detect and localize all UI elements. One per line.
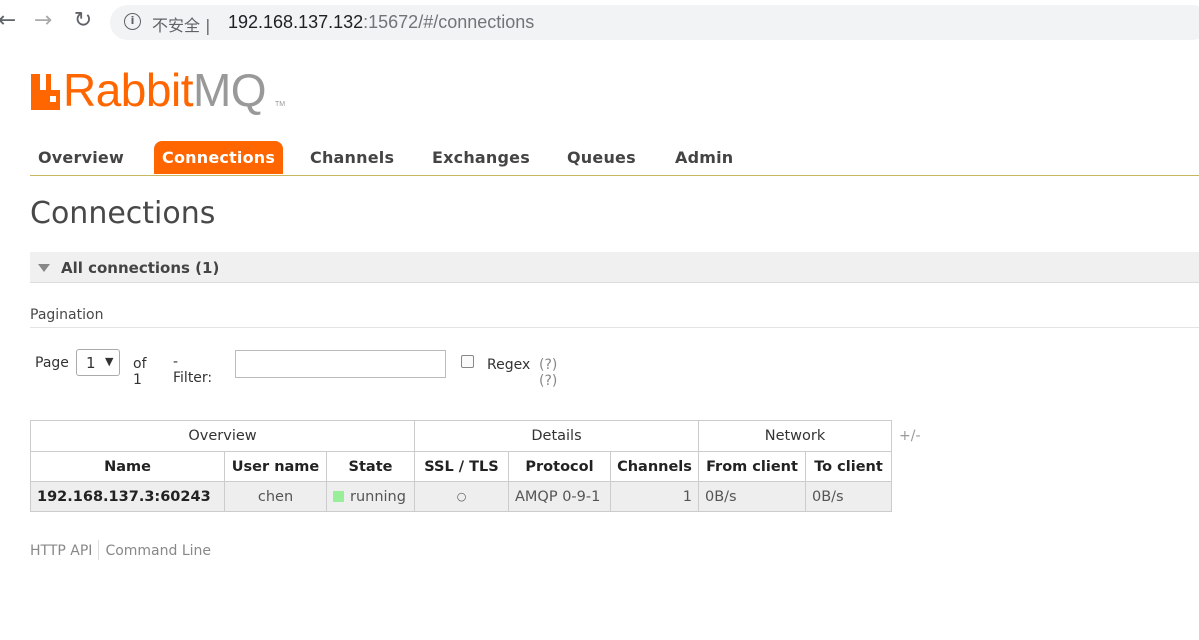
pagination-divider: [30, 327, 1199, 328]
footer-divider: [98, 540, 100, 560]
column-header-state[interactable]: State: [326, 451, 415, 482]
page-select[interactable]: 1 ▼: [76, 349, 120, 376]
cell-state: running: [326, 481, 415, 512]
rabbitmq-logo-icon: [31, 74, 60, 110]
address-bar[interactable]: i 不安全 | 192.168.137.132:15672/#/connecti…: [110, 5, 1199, 40]
column-header-channels[interactable]: Channels: [610, 451, 699, 482]
site-info-icon[interactable]: i: [124, 13, 141, 30]
cell-ssl-tls: ○: [414, 481, 509, 512]
state-running-indicator: [333, 490, 344, 502]
dropdown-arrow-icon: ▼: [105, 355, 114, 368]
security-indicator: 不安全 |: [152, 16, 211, 35]
regex-checkbox[interactable]: [461, 355, 474, 368]
command-line-link[interactable]: Command Line: [105, 543, 211, 559]
regex-help-link[interactable]: (?)(?): [539, 357, 557, 389]
page-of-label: of 1: [133, 356, 147, 388]
tab-overview[interactable]: Overview: [38, 141, 124, 174]
url-text[interactable]: 192.168.137.132:15672/#/connections: [228, 12, 534, 33]
page-title: Connections: [30, 196, 216, 231]
cell-user-name: chen: [224, 481, 327, 512]
tab-connections[interactable]: Connections: [154, 141, 284, 174]
tab-queues[interactable]: Queues: [567, 141, 636, 174]
column-header-name[interactable]: Name: [30, 451, 225, 482]
table-row[interactable]: 192.168.137.3:60243 chen running ○ AMQP …: [30, 481, 892, 512]
tab-exchanges[interactable]: Exchanges: [432, 141, 530, 174]
table-header-row: Name User name State SSL / TLS Protocol …: [30, 451, 892, 482]
tab-channels[interactable]: Channels: [310, 141, 394, 174]
filter-label: - Filter:: [173, 354, 213, 386]
group-header-overview: Overview: [30, 420, 415, 452]
group-header-network: Network: [698, 420, 892, 452]
column-header-protocol[interactable]: Protocol: [508, 451, 611, 482]
connections-table: Overview Details Network Name User name …: [30, 420, 892, 512]
column-header-to-client[interactable]: To client: [805, 451, 892, 482]
main-nav: Overview Connections Channels Exchanges …: [30, 141, 1199, 176]
tab-admin[interactable]: Admin: [675, 141, 733, 174]
logo-mq-text: MQ: [192, 64, 267, 116]
cell-protocol: AMQP 0-9-1: [508, 481, 611, 512]
table-group-header-row: Overview Details Network: [30, 420, 892, 452]
cell-to-client: 0B/s: [805, 481, 892, 512]
logo-wordmark: RabbitMQ: [63, 64, 267, 116]
connection-name-link[interactable]: 192.168.137.3:60243: [30, 481, 225, 512]
url-host: 192.168.137.132: [228, 12, 364, 32]
pagination-label: Pagination: [30, 307, 104, 323]
page-select-value: 1: [86, 354, 96, 372]
back-arrow-icon[interactable]: ←: [0, 8, 20, 34]
column-header-user-name[interactable]: User name: [224, 451, 327, 482]
regex-label: Regex: [487, 357, 531, 373]
filter-input[interactable]: [235, 350, 446, 378]
state-text: running: [350, 488, 406, 505]
section-title: All connections (1): [61, 259, 220, 277]
reload-icon[interactable]: ↻: [70, 8, 96, 34]
collapse-triangle-icon[interactable]: [38, 264, 50, 272]
url-path: :15672/#/connections: [363, 12, 535, 32]
footer: HTTP API Command Line: [30, 540, 211, 560]
column-header-ssl-tls[interactable]: SSL / TLS: [414, 451, 509, 482]
logo-rabbit-text: Rabbit: [63, 64, 193, 116]
column-header-from-client[interactable]: From client: [698, 451, 806, 482]
all-connections-section-header[interactable]: All connections (1): [30, 252, 1199, 283]
group-header-details: Details: [414, 420, 699, 452]
toggle-columns-link[interactable]: +/-: [899, 428, 921, 444]
logo-trademark: TM: [275, 101, 286, 108]
forward-arrow-icon[interactable]: →: [30, 8, 56, 34]
cell-channels: 1: [610, 481, 699, 512]
browser-toolbar: ← → ↻ i 不安全 | 192.168.137.132:15672/#/co…: [0, 0, 1199, 44]
http-api-link[interactable]: HTTP API: [30, 543, 92, 559]
page-label: Page: [35, 355, 69, 371]
cell-from-client: 0B/s: [698, 481, 806, 512]
